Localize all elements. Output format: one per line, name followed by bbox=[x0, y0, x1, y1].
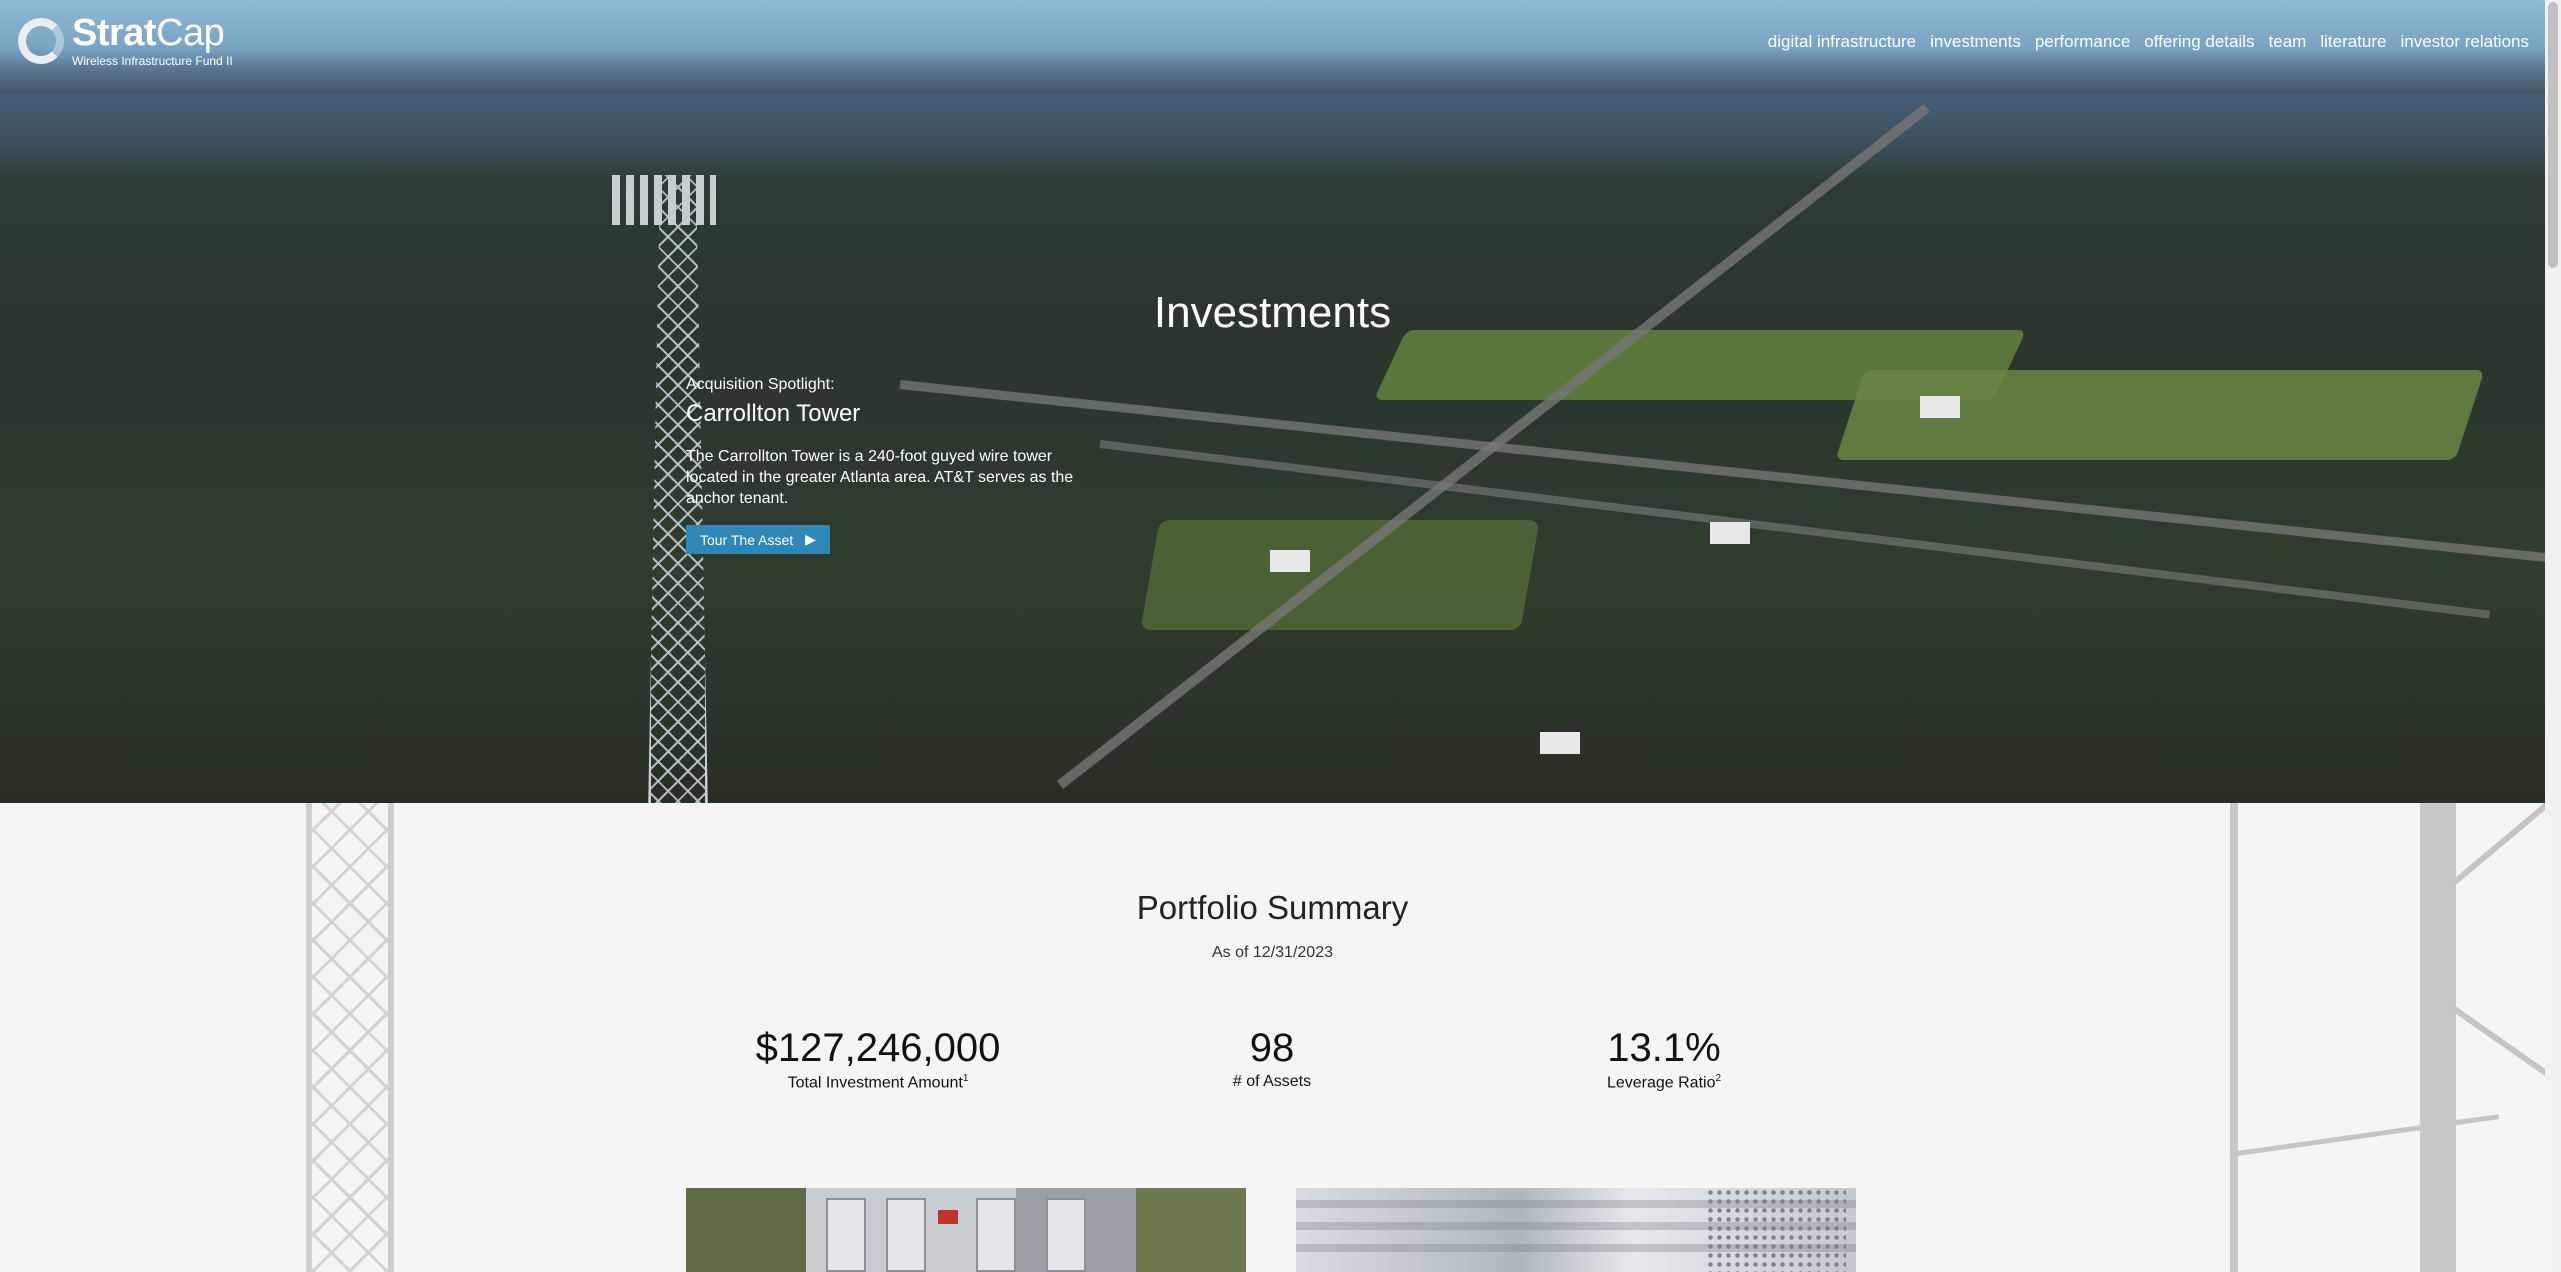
investment-card-data-center[interactable] bbox=[1296, 1188, 1856, 1272]
tower-lattice-decoration bbox=[306, 803, 394, 1272]
hero-road bbox=[1056, 103, 1930, 789]
scrollbar-thumb[interactable] bbox=[2548, 2, 2558, 268]
page-title: Investments bbox=[1153, 288, 1392, 337]
hero-field bbox=[1140, 520, 1540, 630]
nav-item-team[interactable]: team bbox=[2269, 32, 2307, 52]
nav-item-literature[interactable]: literature bbox=[2320, 32, 2386, 52]
tour-asset-button[interactable]: Tour The Asset ▶ bbox=[686, 525, 830, 554]
nav-item-investor-relations[interactable]: investor relations bbox=[2400, 32, 2529, 52]
mast-decoration bbox=[2420, 803, 2456, 1272]
stat-total-investment: $127,246,000 Total Investment Amount1 bbox=[698, 1025, 1058, 1092]
stat-label: Leverage Ratio2 bbox=[1606, 1073, 1722, 1092]
hero-hills bbox=[0, 95, 2545, 185]
equipment-rack-image bbox=[976, 1198, 1016, 1272]
mast-arm-decoration bbox=[2448, 1003, 2545, 1089]
stat-label: # of Assets bbox=[1232, 1073, 1312, 1090]
spotlight-description: The Carrollton Tower is a 240-foot guyed… bbox=[686, 448, 1074, 507]
stat-value: 13.1% bbox=[1607, 1026, 1721, 1070]
nav-item-offering-details[interactable]: offering details bbox=[2144, 32, 2254, 52]
stat-label: Total Investment Amount1 bbox=[787, 1073, 969, 1092]
nav-item-investments[interactable]: investments bbox=[1930, 32, 2021, 52]
nav-item-digital-infrastructure[interactable]: digital infrastructure bbox=[1768, 32, 1916, 52]
stat-leverage-ratio: 13.1% Leverage Ratio2 bbox=[1484, 1025, 1844, 1092]
stat-value: 98 bbox=[1249, 1026, 1295, 1070]
page-scrollbar[interactable] bbox=[2545, 0, 2561, 1272]
spotlight-label: Acquisition Spotlight: bbox=[686, 376, 835, 393]
nav-item-performance[interactable]: performance bbox=[2035, 32, 2130, 52]
equipment-rack-image bbox=[1046, 1198, 1086, 1272]
equipment-rack-image bbox=[886, 1198, 926, 1272]
summary-title: Portfolio Summary bbox=[1136, 889, 1409, 926]
spotlight-asset-name: Carrollton Tower bbox=[686, 400, 861, 427]
mast-arm-decoration bbox=[2448, 803, 2545, 889]
equipment-light-image bbox=[938, 1210, 958, 1224]
server-grill-image bbox=[1706, 1188, 1846, 1272]
footnote-marker[interactable]: 1 bbox=[963, 1073, 969, 1084]
footnote-marker[interactable]: 2 bbox=[1715, 1073, 1721, 1084]
pole-arm-decoration bbox=[2230, 1114, 2500, 1157]
site-logo[interactable]: StratCap Wireless Infrastructure Fund II bbox=[18, 14, 233, 67]
equipment-rack-image bbox=[826, 1198, 866, 1272]
investment-card-tower-equipment[interactable] bbox=[686, 1188, 1246, 1272]
main-nav: digital infrastructure investments perfo… bbox=[1768, 32, 2529, 52]
portfolio-summary: Portfolio Summary As of 12/31/2023 $127,… bbox=[0, 803, 2545, 1272]
hero-house bbox=[1710, 522, 1750, 544]
summary-as-of-date: As of 12/31/2023 bbox=[1212, 944, 1333, 961]
hero-house bbox=[1920, 396, 1960, 418]
stat-asset-count: 98 # of Assets bbox=[1092, 1025, 1452, 1091]
logo-brand: StratCap bbox=[72, 12, 225, 54]
logo-ring-icon bbox=[18, 17, 64, 64]
hero-banner: StratCap Wireless Infrastructure Fund II… bbox=[0, 0, 2545, 803]
tour-asset-label: Tour The Asset bbox=[700, 531, 794, 548]
hero-house bbox=[1540, 732, 1580, 754]
acquisition-spotlight: Acquisition Spotlight: Carrollton Tower … bbox=[686, 376, 1086, 554]
pole-decoration bbox=[2230, 803, 2238, 1272]
logo-subtitle: Wireless Infrastructure Fund II bbox=[72, 54, 233, 68]
hero-house bbox=[1270, 550, 1310, 572]
play-icon: ▶ bbox=[805, 531, 816, 547]
stat-value: $127,246,000 bbox=[755, 1026, 1001, 1070]
